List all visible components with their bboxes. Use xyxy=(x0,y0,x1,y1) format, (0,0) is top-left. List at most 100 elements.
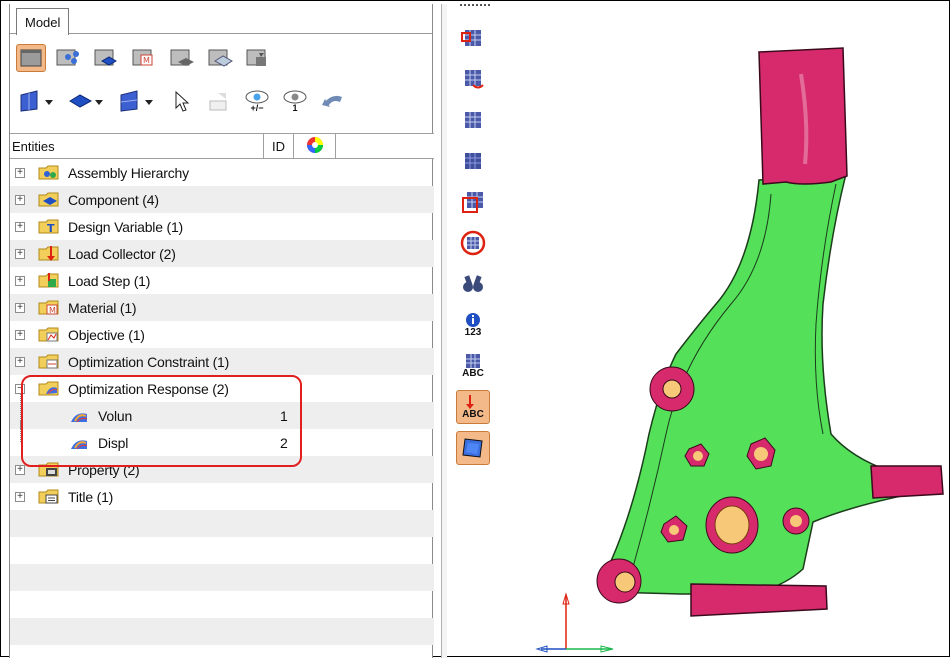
mesh-no-icon[interactable] xyxy=(456,226,490,260)
binoculars-icon[interactable] xyxy=(456,267,490,301)
show-hide-icon[interactable]: +/− xyxy=(242,87,272,115)
tree-item-design-variable[interactable]: + T Design Variable (1) xyxy=(10,213,434,240)
response-item-icon xyxy=(71,440,88,450)
expand-icon[interactable]: + xyxy=(15,275,25,286)
color-wheel-icon xyxy=(306,136,324,157)
tree-item-objective[interactable]: + Objective (1) xyxy=(10,321,434,348)
component-view-icon[interactable] xyxy=(16,44,46,72)
undo-icon[interactable] xyxy=(318,87,348,115)
collapse-icon[interactable]: − xyxy=(15,383,25,394)
tree-item-property[interactable]: + Property (2) xyxy=(10,456,434,483)
color-column-header[interactable] xyxy=(294,134,336,158)
mesh-mode-icon[interactable] xyxy=(116,87,158,115)
mesh-select-icon[interactable] xyxy=(456,185,490,219)
load-label-icon[interactable]: ABC xyxy=(456,390,490,424)
tab-model[interactable]: Model xyxy=(16,8,70,35)
tree-item-label: Design Variable (1) xyxy=(68,218,183,235)
isolate-icon[interactable]: 1 xyxy=(280,87,310,115)
tree-empty-row xyxy=(10,591,434,618)
hole-center-large xyxy=(705,496,759,554)
tree-item-load-step[interactable]: + Load Step (1) xyxy=(10,267,434,294)
objective-icon xyxy=(38,327,59,342)
mesh-label-icon[interactable]: ABC xyxy=(456,349,490,383)
display-toolbar: +/− 1 xyxy=(16,87,348,115)
element-view-icon[interactable] xyxy=(244,44,274,72)
expand-icon[interactable]: + xyxy=(15,464,25,475)
right-arm xyxy=(870,465,944,499)
tab-bar: Model xyxy=(10,4,432,35)
mesh-solid-icon[interactable] xyxy=(456,144,490,178)
tree-item-label: Title (1) xyxy=(68,488,114,505)
graphics-viewport[interactable] xyxy=(501,4,949,656)
export-icon[interactable] xyxy=(204,87,234,115)
expand-icon[interactable]: + xyxy=(15,356,25,367)
tree-child-label: Volun xyxy=(98,407,133,424)
tree-item-component[interactable]: + Component (4) xyxy=(10,186,434,213)
tree-item-title[interactable]: + Title (1) xyxy=(10,483,434,510)
surface-frame-icon[interactable] xyxy=(456,431,490,465)
mesh-grid-red-icon[interactable] xyxy=(456,21,490,55)
entities-column-header[interactable]: Entities xyxy=(10,134,264,158)
tree-item-load-collector[interactable]: + Load Collector (2) xyxy=(10,240,434,267)
tree-child-label: Displ xyxy=(98,434,129,451)
design-variable-icon: T xyxy=(38,219,59,235)
panel-splitter[interactable] xyxy=(441,4,447,658)
part-view-icon[interactable] xyxy=(92,44,122,72)
expand-icon[interactable]: + xyxy=(15,167,25,178)
component-mode-icon[interactable] xyxy=(66,87,108,115)
mesh-label-text: ABC xyxy=(462,368,484,379)
mesh-grid-icon[interactable] xyxy=(456,103,490,137)
id-column-header[interactable]: ID xyxy=(264,134,294,158)
mesh-tools-toolbar: 123 ABC ABC xyxy=(456,21,496,472)
hole-right xyxy=(782,507,810,535)
model-browser-panel: Model M +/− 1 Entities ID + Assembly Hie… xyxy=(9,4,434,658)
property-view-icon[interactable] xyxy=(206,44,236,72)
isolate-label: 1 xyxy=(292,102,298,113)
hole-upper-left xyxy=(649,366,695,412)
assembly-view-icon[interactable] xyxy=(54,44,84,72)
material-view-icon[interactable]: M xyxy=(130,44,160,72)
show-hide-label: +/− xyxy=(250,102,264,113)
property-icon xyxy=(38,462,59,477)
expand-icon[interactable]: + xyxy=(15,248,25,259)
expand-icon[interactable]: + xyxy=(15,221,25,232)
tree-item-material[interactable]: + M Material (1) xyxy=(10,294,434,321)
svg-text:M: M xyxy=(49,306,56,315)
load-step-icon xyxy=(38,273,59,288)
expand-icon[interactable]: + xyxy=(15,194,25,205)
tree-item-label: Assembly Hierarchy xyxy=(68,164,189,181)
tree-empty-row xyxy=(10,537,434,564)
tree-item-label: Optimization Constraint (1) xyxy=(68,353,230,370)
tree-item-optimization-response[interactable]: − Optimization Response (2) xyxy=(10,375,434,402)
top-boss xyxy=(758,47,848,185)
expand-icon[interactable]: + xyxy=(15,302,25,313)
axis-triad xyxy=(535,592,614,653)
info-count-label: 123 xyxy=(464,327,482,338)
tree-item-assembly-hierarchy[interactable]: + Assembly Hierarchy xyxy=(10,159,434,186)
select-arrow-icon[interactable] xyxy=(166,87,196,115)
expand-icon[interactable]: + xyxy=(15,329,25,340)
tree-child-displacement[interactable]: Displ 2 xyxy=(10,420,434,456)
tree-empty-row xyxy=(10,564,434,591)
toolbar-grip[interactable] xyxy=(460,4,490,8)
tree-line xyxy=(20,420,21,442)
svg-text:T: T xyxy=(47,222,55,235)
knuckle-model xyxy=(535,47,944,653)
tree-item-label: Objective (1) xyxy=(68,326,145,343)
response-icon xyxy=(38,381,59,396)
element-color-icon[interactable] xyxy=(16,87,58,115)
tree-child-id: 1 xyxy=(280,407,288,424)
tree-child-volume[interactable]: Volun 1 xyxy=(10,393,434,429)
tree-item-label: Material (1) xyxy=(68,299,137,316)
application-frame: Model M +/− 1 Entities ID + Assembly Hie… xyxy=(0,0,950,658)
mesh-refine-icon[interactable] xyxy=(456,62,490,96)
tree-empty-row xyxy=(10,510,434,537)
load-view-icon[interactable] xyxy=(168,44,198,72)
info-count-icon[interactable]: 123 xyxy=(456,308,490,342)
expand-icon[interactable]: + xyxy=(15,491,25,502)
tree-item-label: Optimization Response (2) xyxy=(68,380,229,397)
tree-item-optimization-constraint[interactable]: + Optimization Constraint (1) xyxy=(10,348,434,375)
load-collector-icon xyxy=(38,246,59,261)
assembly-icon xyxy=(38,165,59,180)
tree-child-id: 2 xyxy=(280,434,288,451)
